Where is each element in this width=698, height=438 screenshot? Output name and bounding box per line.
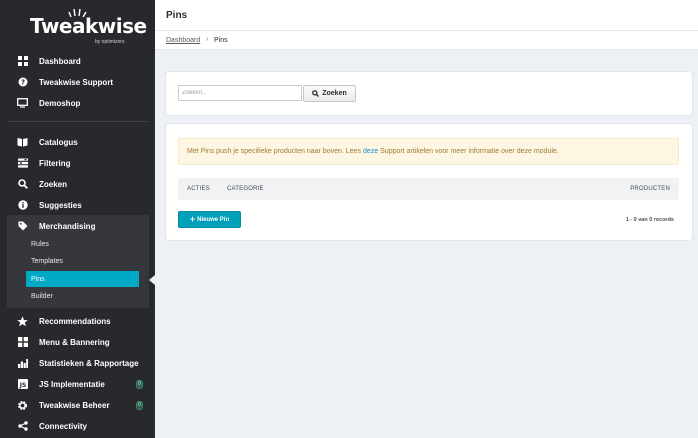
sidebar-item-label: Catalogus: [39, 137, 78, 147]
js-icon: JS: [17, 379, 28, 390]
sidebar-item-statistieken[interactable]: Statistieken & Rapportage: [0, 353, 155, 373]
sidebar-item-tweakwise-support[interactable]: ? Tweakwise Support: [0, 72, 155, 92]
search-icon: [312, 90, 320, 97]
new-pin-label: Nieuwe Pin: [197, 216, 230, 223]
breadcrumb-separator: ›: [206, 36, 209, 43]
filter-icon: [17, 158, 28, 169]
submenu-item-label: Pins: [31, 275, 45, 283]
grid-icon: [17, 337, 28, 348]
submenu-item-pins[interactable]: Pins: [26, 271, 139, 287]
sidebar-divider: [8, 121, 148, 122]
star-icon: [17, 315, 28, 327]
top-header: Pins: [155, 0, 698, 30]
breadcrumb-current: Pins: [214, 37, 228, 44]
sidebar-item-recommendations[interactable]: Recommendations: [0, 311, 155, 331]
chart-icon: [17, 358, 28, 369]
dashboard-icon: [17, 56, 28, 67]
count-badge: 0: [136, 400, 143, 410]
sidebar-item-label: Suggesties: [39, 200, 82, 210]
pins-panel: Met Pins push je specifieke producten na…: [166, 124, 692, 240]
sidebar-item-tweakwise-beheer[interactable]: Tweakwise Beheer 0: [0, 395, 155, 415]
monitor-icon: [17, 98, 28, 109]
search-panel: Zoeken: [166, 72, 692, 115]
sidebar-item-connectivity[interactable]: Connectivity: [0, 416, 155, 436]
page-title: Pins: [166, 10, 188, 21]
plus-icon: +: [189, 214, 196, 224]
brand-tagline: by optimizers: [95, 39, 125, 45]
submenu-item-label: Builder: [31, 292, 53, 300]
count-badge: 0: [136, 379, 143, 389]
support-article-link[interactable]: deze: [363, 148, 378, 155]
info-text-after: Support artikelen voor meer informatie o…: [380, 148, 559, 155]
sidebar: Tweakwise by optimizers Dashboard ? Twea…: [0, 0, 155, 438]
book-icon: [17, 137, 28, 148]
sidebar-item-label: Recommendations: [39, 316, 111, 326]
sidebar-item-label: Demoshop: [39, 98, 81, 108]
table-header: ACTIES CATEGORIE PRODUCTEN: [178, 178, 679, 200]
info-icon: [17, 200, 28, 211]
submenu-item-label: Templates: [31, 257, 63, 265]
svg-text:?: ?: [20, 79, 24, 87]
breadcrumb-dashboard-link[interactable]: Dashboard: [166, 37, 200, 44]
active-indicator: [149, 275, 155, 285]
sidebar-item-demoshop[interactable]: Demoshop: [0, 93, 155, 113]
sidebar-item-merchandising[interactable]: Rules Merchandising: [0, 216, 155, 236]
search-input[interactable]: [178, 85, 302, 101]
records-summary: 1 - 0 van 0 records: [625, 217, 674, 223]
share-icon: [17, 421, 28, 432]
submenu-item-builder[interactable]: Builder: [26, 288, 139, 304]
column-header-categorie[interactable]: CATEGORIE: [227, 186, 264, 192]
tag-icon: [17, 221, 28, 232]
info-alert: Met Pins push je specifieke producten na…: [178, 138, 679, 165]
sidebar-item-label: Connectivity: [39, 421, 88, 431]
search-button-label: Zoeken: [322, 90, 347, 97]
sidebar-item-label: JS Implementatie: [39, 379, 105, 389]
search-icon: [17, 179, 28, 190]
sidebar-item-js-implementatie[interactable]: JS JS Implementatie 0: [0, 374, 155, 394]
sidebar-item-dashboard[interactable]: Dashboard: [0, 51, 155, 71]
sidebar-item-filtering[interactable]: Filtering: [0, 153, 155, 173]
breadcrumb: Dashboard › Pins: [155, 30, 698, 50]
column-header-producten[interactable]: PRODUCTEN: [630, 186, 670, 192]
svg-text:JS: JS: [18, 382, 26, 389]
brand-logo[interactable]: Tweakwise by optimizers: [30, 8, 147, 48]
info-text-before: Met Pins push je specifieke producten na…: [187, 148, 361, 155]
sidebar-item-label: Statistieken & Rapportage: [39, 358, 139, 368]
column-header-acties: ACTIES: [187, 186, 210, 192]
gear-icon: [17, 400, 28, 411]
sidebar-item-label: Zoeken: [39, 179, 68, 189]
sidebar-item-zoeken[interactable]: Zoeken: [0, 174, 155, 194]
submenu-item-rules[interactable]: Rules: [26, 236, 139, 252]
sidebar-item-suggesties[interactable]: Suggesties: [0, 195, 155, 215]
sidebar-item-catalogus[interactable]: Catalogus: [0, 132, 155, 152]
sidebar-item-label: Dashboard: [39, 56, 81, 66]
sidebar-item-menu-bannering[interactable]: Menu & Bannering: [0, 332, 155, 352]
brand-name: Tweakwise: [30, 14, 147, 38]
new-pin-button[interactable]: + Nieuwe Pin: [178, 211, 241, 228]
search-button[interactable]: Zoeken: [303, 85, 356, 102]
sidebar-item-label: Merchandising: [39, 221, 96, 231]
sidebar-item-label: Tweakwise Beheer: [39, 400, 110, 410]
help-icon: ?: [17, 77, 28, 88]
submenu-item-label: Rules: [31, 240, 49, 248]
sidebar-item-label: Filtering: [39, 158, 71, 168]
submenu-item-templates[interactable]: Templates: [26, 253, 139, 269]
sidebar-item-label: Menu & Bannering: [39, 337, 110, 347]
sidebar-item-label: Tweakwise Support: [39, 77, 114, 87]
